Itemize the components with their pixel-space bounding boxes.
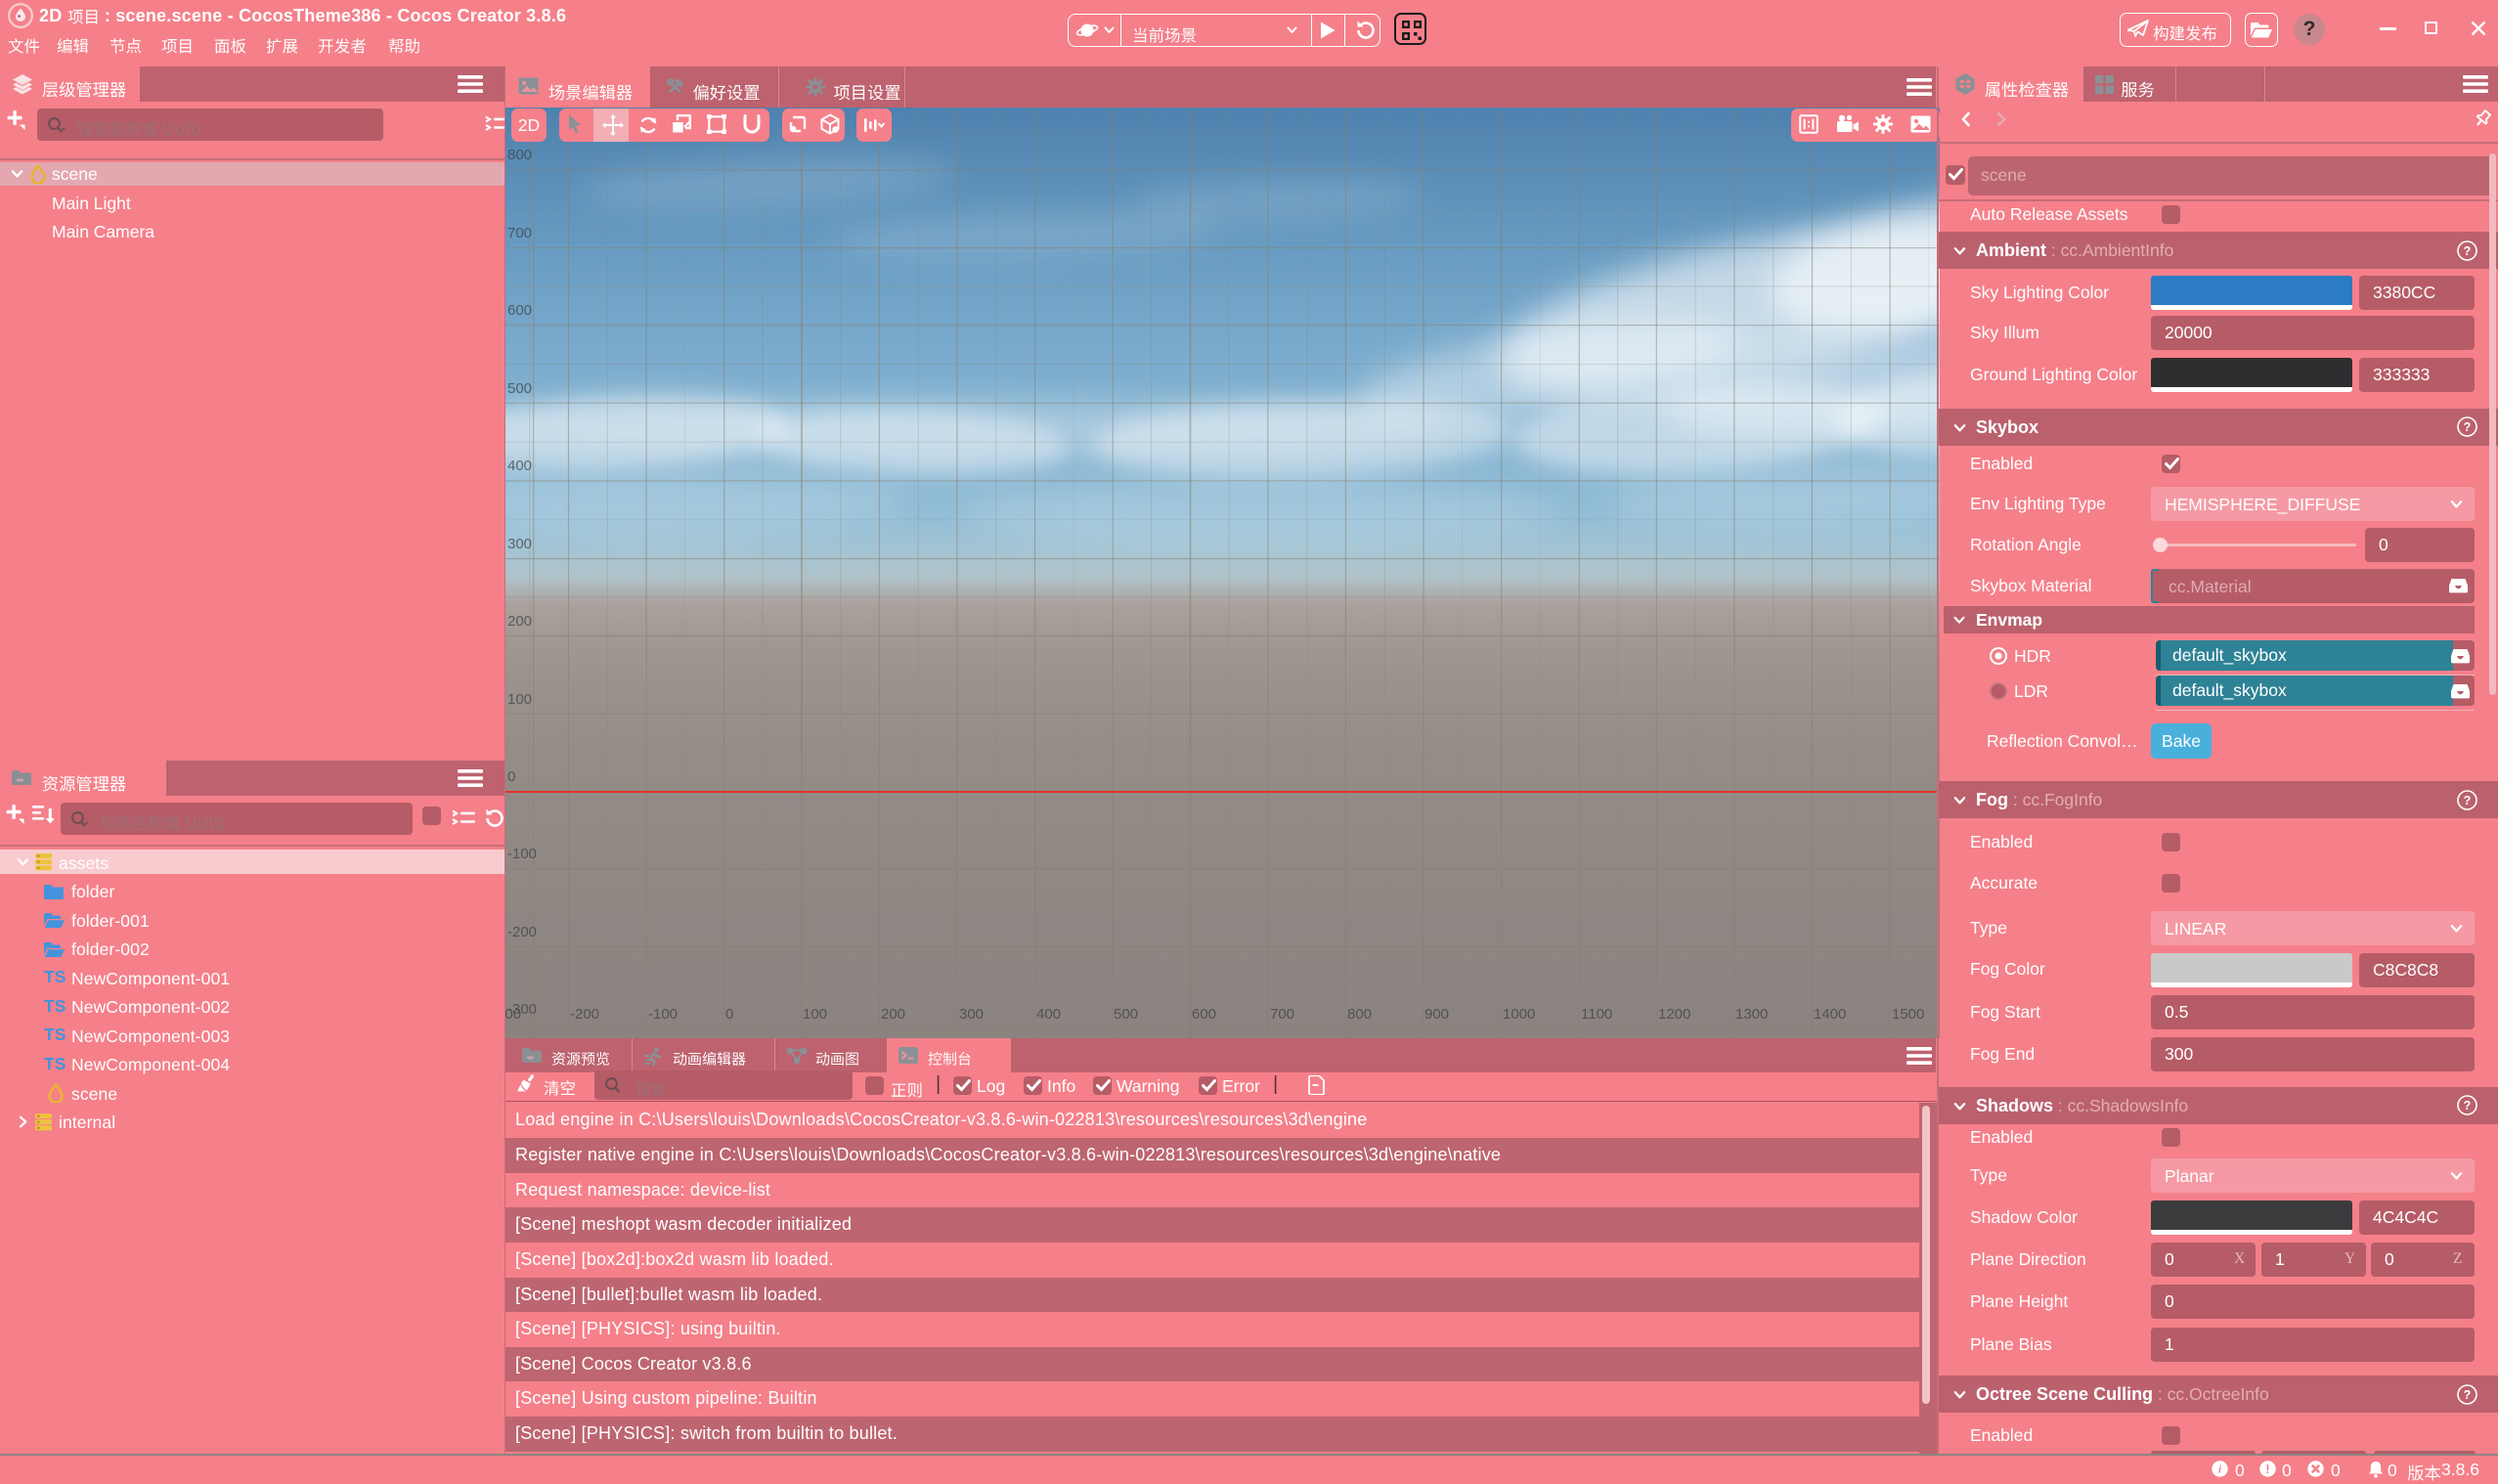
svg-text:?: ? [2464, 420, 2472, 434]
svg-text:?: ? [2464, 244, 2472, 258]
svg-text:?: ? [2464, 1388, 2472, 1402]
svg-text:?: ? [2464, 794, 2472, 807]
svg-text:?: ? [2464, 1099, 2472, 1113]
svg-text:!: ! [2265, 1462, 2269, 1476]
